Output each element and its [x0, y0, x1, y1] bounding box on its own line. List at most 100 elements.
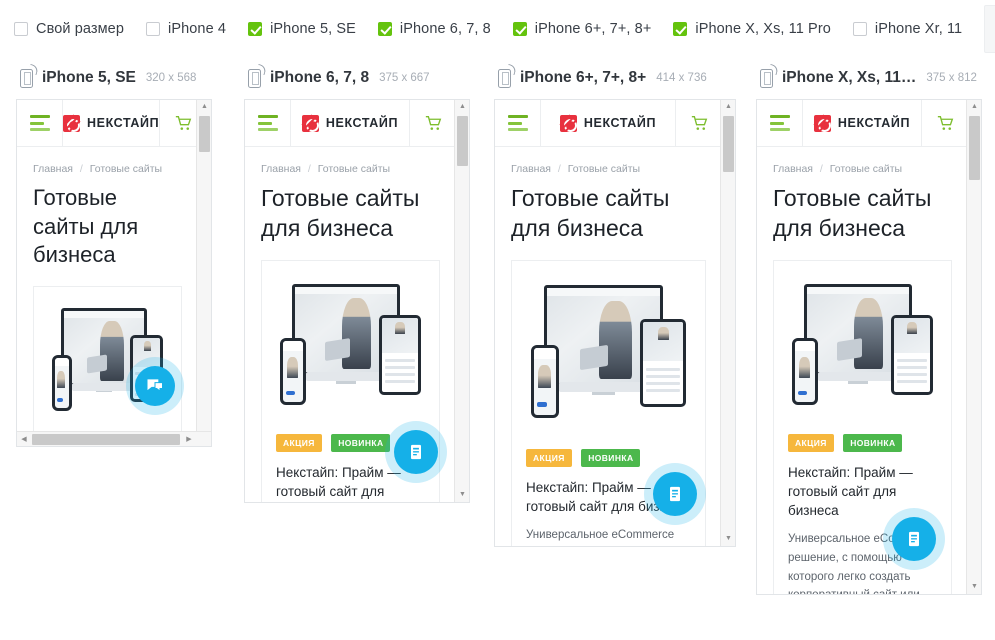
rotate-device-icon[interactable]	[760, 68, 773, 88]
breadcrumb-home[interactable]: Главная	[511, 163, 551, 175]
scrollbar-thumb[interactable]	[457, 116, 468, 166]
scrollbar-thumb[interactable]	[723, 116, 734, 172]
device-column-iphone-6plus-7plus-8plus: iPhone 6+, 7+, 8+ 414 x 736 НЕКСТАЙП Гла…	[478, 57, 740, 640]
checkbox-iphone-6plus-7plus-8plus[interactable]: iPhone 6+, 7+, 8+	[512, 20, 652, 37]
scrollbar-thumb[interactable]	[199, 116, 210, 152]
cart-icon[interactable]	[691, 115, 708, 132]
breadcrumb-separator: /	[819, 163, 823, 175]
badge-sale: АКЦИЯ	[276, 433, 322, 452]
scrollbar-thumb[interactable]	[969, 116, 980, 180]
cart-icon[interactable]	[425, 115, 442, 132]
hamburger-icon[interactable]	[257, 115, 278, 131]
site-logo[interactable]: НЕКСТАЙП	[291, 100, 410, 146]
checkbox-iphone-6-7-8[interactable]: iPhone 6, 7, 8	[377, 21, 491, 37]
breadcrumb-home[interactable]: Главная	[773, 163, 813, 175]
frame-horizontal-scrollbar[interactable]: ◀ ▶	[17, 431, 211, 446]
frame-vertical-scrollbar[interactable]: ▲ ▼	[966, 100, 981, 594]
breadcrumb: Главная / Готовые сайты	[261, 163, 440, 175]
device-frame[interactable]: НЕКСТАЙП Главная / Готовые сайты Готовые…	[756, 99, 982, 595]
device-frame[interactable]: НЕКСТАЙП Главная / Готовые сайты Готовые…	[16, 99, 212, 447]
scroll-up-icon[interactable]: ▲	[967, 100, 981, 114]
device-frame[interactable]: НЕКСТАЙП Главная / Готовые сайты Готовые…	[244, 99, 470, 503]
cart-icon[interactable]	[175, 115, 192, 132]
device-name: iPhone X, Xs, 11…	[782, 69, 917, 86]
chat-widget-button[interactable]	[135, 366, 175, 406]
badge-new: НОВИНКА	[843, 433, 903, 452]
scroll-down-icon[interactable]: ▼	[455, 488, 469, 502]
logo-gear-icon	[813, 114, 831, 132]
rotate-device-icon[interactable]	[498, 68, 511, 88]
checkbox-label: Свой размер	[36, 20, 125, 37]
product-badges: АКЦИЯ НОВИНКА	[788, 433, 937, 452]
device-frame[interactable]: НЕКСТАЙП Главная / Готовые сайты Готовые…	[494, 99, 736, 547]
frame-vertical-scrollbar[interactable]: ▲ ▼	[196, 100, 211, 446]
checkbox-box[interactable]	[673, 21, 688, 36]
checkbox-box[interactable]	[248, 21, 263, 36]
checkbox-label: iPhone 4	[168, 20, 227, 37]
checkbox-iphone-xr-11[interactable]: iPhone Xr, 11	[852, 20, 963, 37]
menu-button[interactable]	[17, 100, 63, 146]
device-size: 414 x 736	[656, 72, 707, 84]
rotate-device-icon[interactable]	[248, 68, 261, 88]
chat-document-icon	[670, 486, 680, 502]
logo-gear-icon	[559, 114, 577, 132]
chat-widget-button[interactable]	[892, 517, 936, 561]
cart-icon[interactable]	[937, 115, 954, 132]
breadcrumb-current: Готовые сайты	[829, 163, 903, 175]
breadcrumb-separator: /	[79, 163, 83, 175]
menu-button[interactable]	[245, 100, 291, 146]
checkbox-label: iPhone Xr, 11	[874, 20, 963, 37]
device-filter-toolbar: Свой размер iPhone 4 iPhone 5, SE iPhone…	[0, 0, 995, 57]
frame-vertical-scrollbar[interactable]: ▲ ▼	[720, 100, 735, 546]
scroll-right-icon[interactable]: ▶	[182, 432, 196, 446]
checkbox-box[interactable]	[852, 21, 867, 36]
site-logo[interactable]: НЕКСТАЙП	[803, 100, 922, 146]
scroll-down-icon[interactable]: ▼	[721, 532, 735, 546]
frame-vertical-scrollbar[interactable]: ▲ ▼	[454, 100, 469, 502]
scroll-up-icon[interactable]: ▲	[197, 100, 211, 114]
site-logo[interactable]: НЕКСТАЙП	[63, 100, 161, 146]
chat-document-icon	[909, 531, 919, 547]
device-header: iPhone 6, 7, 8 375 x 667	[228, 57, 478, 99]
checkbox-iphone-x-xs-11-pro[interactable]: iPhone X, Xs, 11 Pro	[673, 21, 831, 37]
checkbox-box[interactable]	[377, 21, 392, 36]
site-header: НЕКСТАЙП	[495, 100, 722, 147]
cart-button[interactable]	[676, 100, 722, 146]
checkbox-label: iPhone 6+, 7+, 8+	[534, 20, 652, 37]
select-all-button[interactable]: Выбрать все	[984, 4, 995, 53]
device-size: 320 x 568	[145, 72, 197, 84]
scroll-up-icon[interactable]: ▲	[721, 100, 735, 114]
breadcrumb-home[interactable]: Главная	[261, 163, 301, 175]
device-name: iPhone 6+, 7+, 8+	[520, 69, 647, 86]
site-logo[interactable]: НЕКСТАЙП	[541, 100, 676, 146]
hamburger-icon[interactable]	[769, 115, 790, 131]
checkbox-box[interactable]	[512, 21, 527, 36]
breadcrumb-home[interactable]: Главная	[33, 163, 73, 175]
hamburger-icon[interactable]	[29, 115, 50, 131]
scroll-down-icon[interactable]: ▼	[967, 580, 981, 594]
checkbox-custom-size[interactable]: Свой размер	[14, 21, 124, 37]
page-title: Готовые сайты для бизнеса	[773, 185, 932, 241]
menu-button[interactable]	[495, 100, 541, 146]
chat-widget-button[interactable]	[653, 472, 697, 516]
cart-button[interactable]	[410, 100, 456, 146]
rotate-device-icon[interactable]	[20, 68, 33, 88]
checkbox-box[interactable]	[146, 21, 161, 36]
chat-widget-button[interactable]	[394, 430, 438, 474]
badge-sale: АКЦИЯ	[788, 433, 834, 452]
checkbox-iphone-5-se[interactable]: iPhone 5, SE	[248, 21, 356, 37]
scroll-left-icon[interactable]: ◀	[17, 432, 31, 446]
scroll-up-icon[interactable]: ▲	[455, 100, 469, 114]
checkbox-box[interactable]	[14, 21, 28, 36]
product-title[interactable]: Некстайп: Прайм — готовый сайт для бизне…	[788, 463, 937, 520]
checkbox-label: iPhone X, Xs, 11 Pro	[695, 20, 831, 37]
scrollbar-thumb[interactable]	[32, 434, 180, 445]
device-header: iPhone X, Xs, 11… 375 x 812	[740, 57, 995, 99]
page-title: Готовые сайты для бизнеса	[511, 185, 670, 241]
site-header: НЕКСТАЙП	[757, 100, 968, 147]
menu-button[interactable]	[757, 100, 803, 146]
hamburger-icon[interactable]	[507, 115, 528, 131]
cart-button[interactable]	[922, 100, 968, 146]
page-title: Готовые сайты для бизнеса	[33, 185, 139, 268]
checkbox-iphone-4[interactable]: iPhone 4	[146, 21, 226, 37]
